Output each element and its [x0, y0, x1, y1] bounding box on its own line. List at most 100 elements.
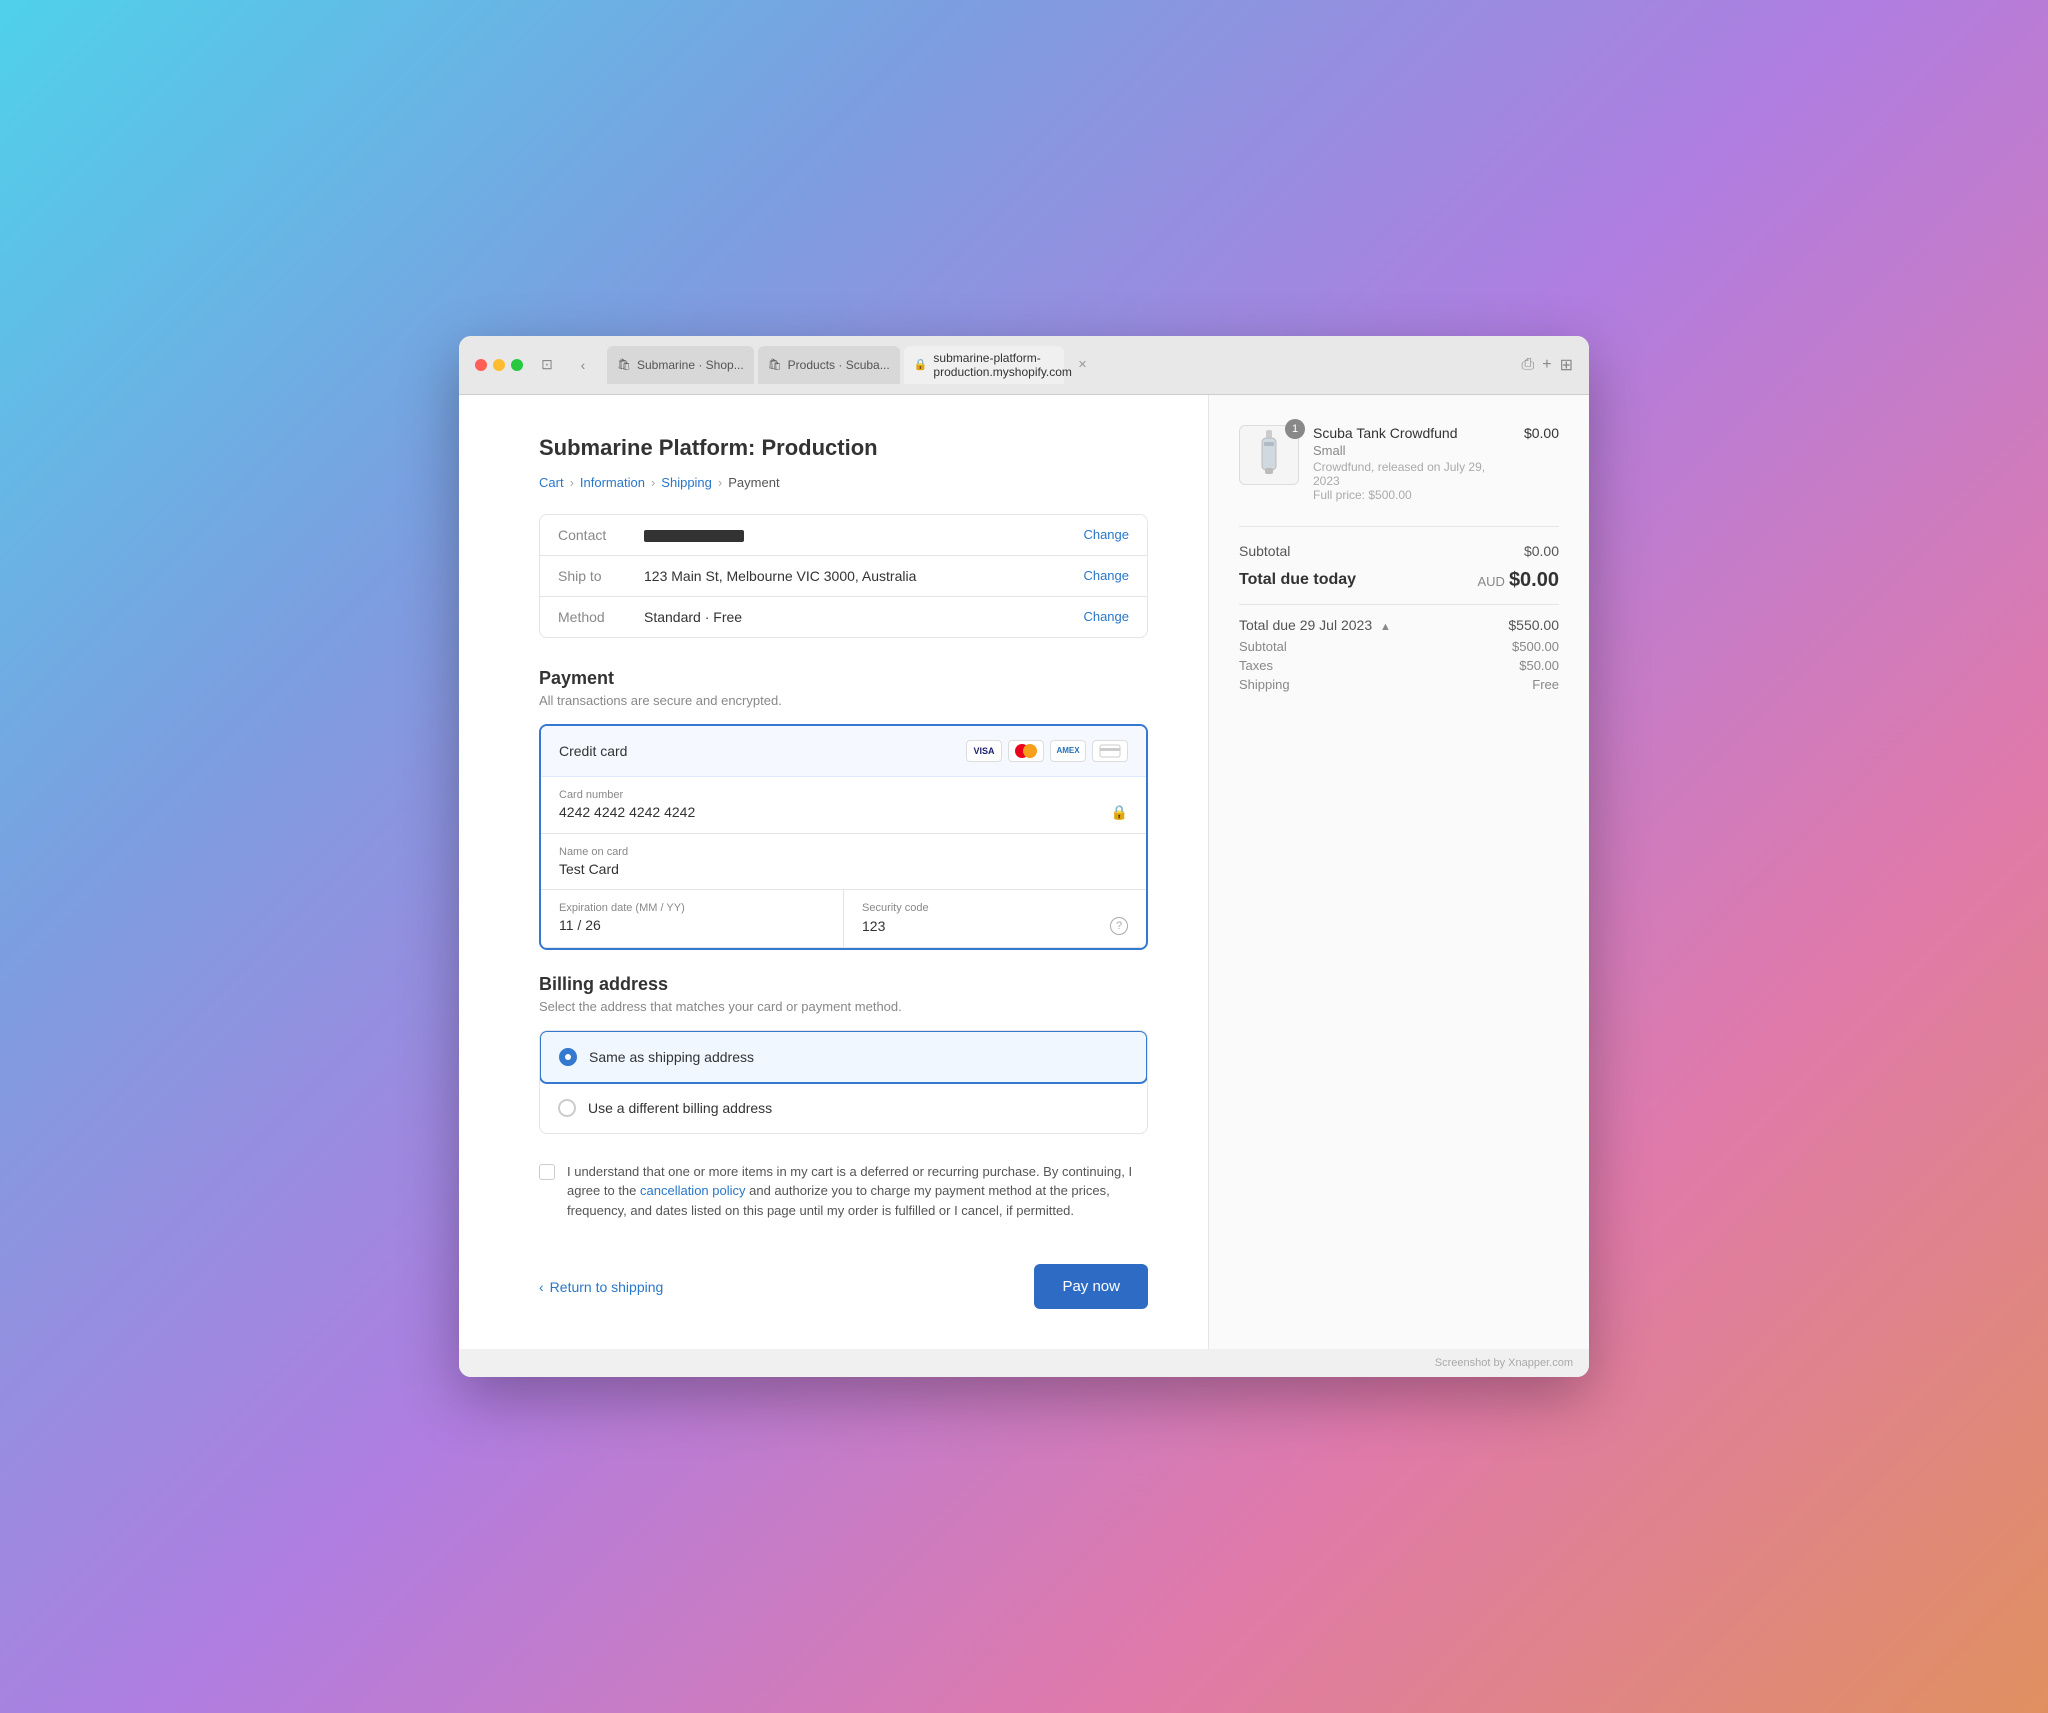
total-due-today-row: Total due today AUD$0.00 — [1239, 569, 1559, 592]
expiration-label: Expiration date (MM / YY) — [559, 902, 825, 914]
billing-same-label: Same as shipping address — [589, 1049, 754, 1065]
contact-label: Contact — [558, 527, 628, 543]
tab-icon: 🛍 — [768, 358, 782, 371]
due-date-section: Total due 29 Jul 2023 ▲ $550.00 Subtotal… — [1239, 604, 1559, 692]
tab-grid-icon[interactable]: ⊞ — [1560, 355, 1573, 375]
amex-icon: AMEX — [1050, 740, 1086, 762]
method-value: Standard · Free — [644, 609, 1067, 625]
method-change-link[interactable]: Change — [1083, 609, 1129, 624]
total-due-today-label: Total due today — [1239, 571, 1356, 589]
billing-section-subtext: Select the address that matches your car… — [539, 999, 1148, 1014]
currency-label: AUD — [1477, 574, 1504, 589]
item-variant: Small — [1313, 443, 1510, 458]
store-title: Submarine Platform: Production — [539, 435, 1148, 461]
card-number-wrapper: 4242 4242 4242 4242 🔒 — [559, 804, 1128, 821]
traffic-lights — [475, 359, 523, 371]
tab-submarine-shop[interactable]: 🛍 Submarine · Shop... — [607, 346, 754, 384]
security-code-field[interactable]: Security code 123 ? — [844, 890, 1146, 948]
item-price: $0.00 — [1524, 425, 1559, 441]
radio-different — [558, 1099, 576, 1117]
share-icon[interactable]: ⎙ — [1521, 356, 1534, 374]
subtotal-value: $0.00 — [1524, 543, 1559, 559]
tab-label: Submarine · Shop... — [637, 358, 744, 372]
name-on-card-value: Test Card — [559, 861, 1128, 877]
visa-icon: VISA — [966, 740, 1002, 762]
summary-table: Contact Change Ship to 123 Main St, Melb… — [539, 514, 1148, 638]
item-details: Scuba Tank Crowdfund Small Crowdfund, re… — [1313, 425, 1510, 502]
tabs-bar: 🛍 Submarine · Shop... 🛍 Products · Scuba… — [607, 346, 1509, 384]
name-on-card-field[interactable]: Name on card Test Card — [541, 834, 1146, 890]
expiration-field[interactable]: Expiration date (MM / YY) 11 / 26 — [541, 890, 844, 948]
return-to-shipping-link[interactable]: ‹ Return to shipping — [539, 1279, 663, 1295]
contact-value — [644, 527, 1067, 543]
terms-section: I understand that one or more items in m… — [539, 1158, 1148, 1225]
pay-now-button[interactable]: Pay now — [1034, 1264, 1148, 1309]
payment-header: Credit card VISA AMEX — [541, 726, 1146, 777]
breadcrumb-cart[interactable]: Cart — [539, 475, 564, 490]
billing-options: Same as shipping address Use a different… — [539, 1030, 1148, 1134]
left-panel: Submarine Platform: Production Cart › In… — [459, 395, 1209, 1350]
ship-to-value: 123 Main St, Melbourne VIC 3000, Austral… — [644, 568, 1067, 584]
tab-icon: 🛍 — [617, 358, 631, 371]
radio-same-checked — [559, 1048, 577, 1066]
mastercard-icon — [1008, 740, 1044, 762]
name-on-card-label: Name on card — [559, 846, 1128, 858]
due-shipping-row: Shipping Free — [1239, 677, 1559, 692]
browser-right-icons: ⎙ + ⊞ — [1521, 355, 1573, 375]
breadcrumb-sep-3: › — [718, 475, 722, 490]
due-taxes-value: $50.00 — [1519, 658, 1559, 673]
tab-active[interactable]: 🔒 submarine-platform-production.myshopif… — [904, 346, 1064, 384]
item-description: Crowdfund, released on July 29, 2023 — [1313, 460, 1510, 488]
security-wrapper: 123 ? — [862, 917, 1128, 935]
sidebar-toggle-icon[interactable]: ⊡ — [535, 353, 559, 377]
chevron-left-icon: ‹ — [539, 1279, 544, 1295]
due-date-label: Total due 29 Jul 2023 ▲ — [1239, 617, 1391, 633]
order-totals: Subtotal $0.00 Total due today AUD$0.00 — [1239, 526, 1559, 592]
billing-option-same[interactable]: Same as shipping address — [539, 1030, 1148, 1084]
due-subtotal-row: Subtotal $500.00 — [1239, 639, 1559, 654]
maximize-button[interactable] — [511, 359, 523, 371]
subtotal-label: Subtotal — [1239, 543, 1290, 559]
terms-text: I understand that one or more items in m… — [567, 1162, 1148, 1221]
card-fields: Card number 4242 4242 4242 4242 🔒 Name o… — [541, 777, 1146, 948]
breadcrumb-shipping[interactable]: Shipping — [661, 475, 712, 490]
close-button[interactable] — [475, 359, 487, 371]
browser-chrome: ⊡ ‹ 🛍 Submarine · Shop... 🛍 Products · S… — [459, 336, 1589, 395]
card-number-label: Card number — [559, 789, 1128, 801]
due-shipping-value: Free — [1532, 677, 1559, 692]
tab-close-icon[interactable]: ✕ — [1078, 358, 1087, 371]
contact-change-link[interactable]: Change — [1083, 527, 1129, 542]
back-button[interactable]: ‹ — [571, 353, 595, 377]
minimize-button[interactable] — [493, 359, 505, 371]
terms-checkbox[interactable] — [539, 1164, 555, 1180]
card-icons: VISA AMEX — [966, 740, 1128, 762]
order-item: 1 Scuba Tank Crowdfund Small Crowdfund, … — [1239, 425, 1559, 502]
tab-products-scuba[interactable]: 🛍 Products · Scuba... — [758, 346, 900, 384]
breadcrumb-sep-2: › — [651, 475, 655, 490]
payment-section-heading: Payment — [539, 668, 1148, 689]
security-value: 123 — [862, 918, 885, 934]
item-full-price: Full price: $500.00 — [1313, 488, 1510, 502]
card-number-field[interactable]: Card number 4242 4242 4242 4242 🔒 — [541, 777, 1146, 834]
card-lock-icon: 🔒 — [1111, 804, 1128, 821]
breadcrumb-information[interactable]: Information — [580, 475, 645, 490]
cancellation-policy-link[interactable]: cancellation policy — [640, 1183, 746, 1198]
tab-label: Products · Scuba... — [788, 358, 890, 372]
due-date-row: Total due 29 Jul 2023 ▲ $550.00 — [1239, 617, 1559, 633]
billing-section: Billing address Select the address that … — [539, 974, 1148, 1134]
security-help-icon[interactable]: ? — [1110, 917, 1128, 935]
card-number-value: 4242 4242 4242 4242 — [559, 804, 695, 820]
ship-to-change-link[interactable]: Change — [1083, 568, 1129, 583]
method-label: Method — [558, 609, 628, 625]
billing-option-different[interactable]: Use a different billing address — [540, 1083, 1147, 1133]
due-taxes-label: Taxes — [1239, 658, 1273, 673]
new-tab-icon[interactable]: + — [1542, 356, 1551, 374]
billing-different-label: Use a different billing address — [588, 1100, 772, 1116]
expiration-value: 11 / 26 — [559, 917, 825, 933]
summary-row-method: Method Standard · Free Change — [540, 597, 1147, 637]
breadcrumb-payment: Payment — [728, 475, 779, 490]
browser-content: Submarine Platform: Production Cart › In… — [459, 395, 1589, 1350]
browser-window: ⊡ ‹ 🛍 Submarine · Shop... 🛍 Products · S… — [459, 336, 1589, 1378]
item-quantity-badge: 1 — [1285, 419, 1305, 439]
screenshot-credit: Screenshot by Xnapper.com — [459, 1349, 1589, 1377]
